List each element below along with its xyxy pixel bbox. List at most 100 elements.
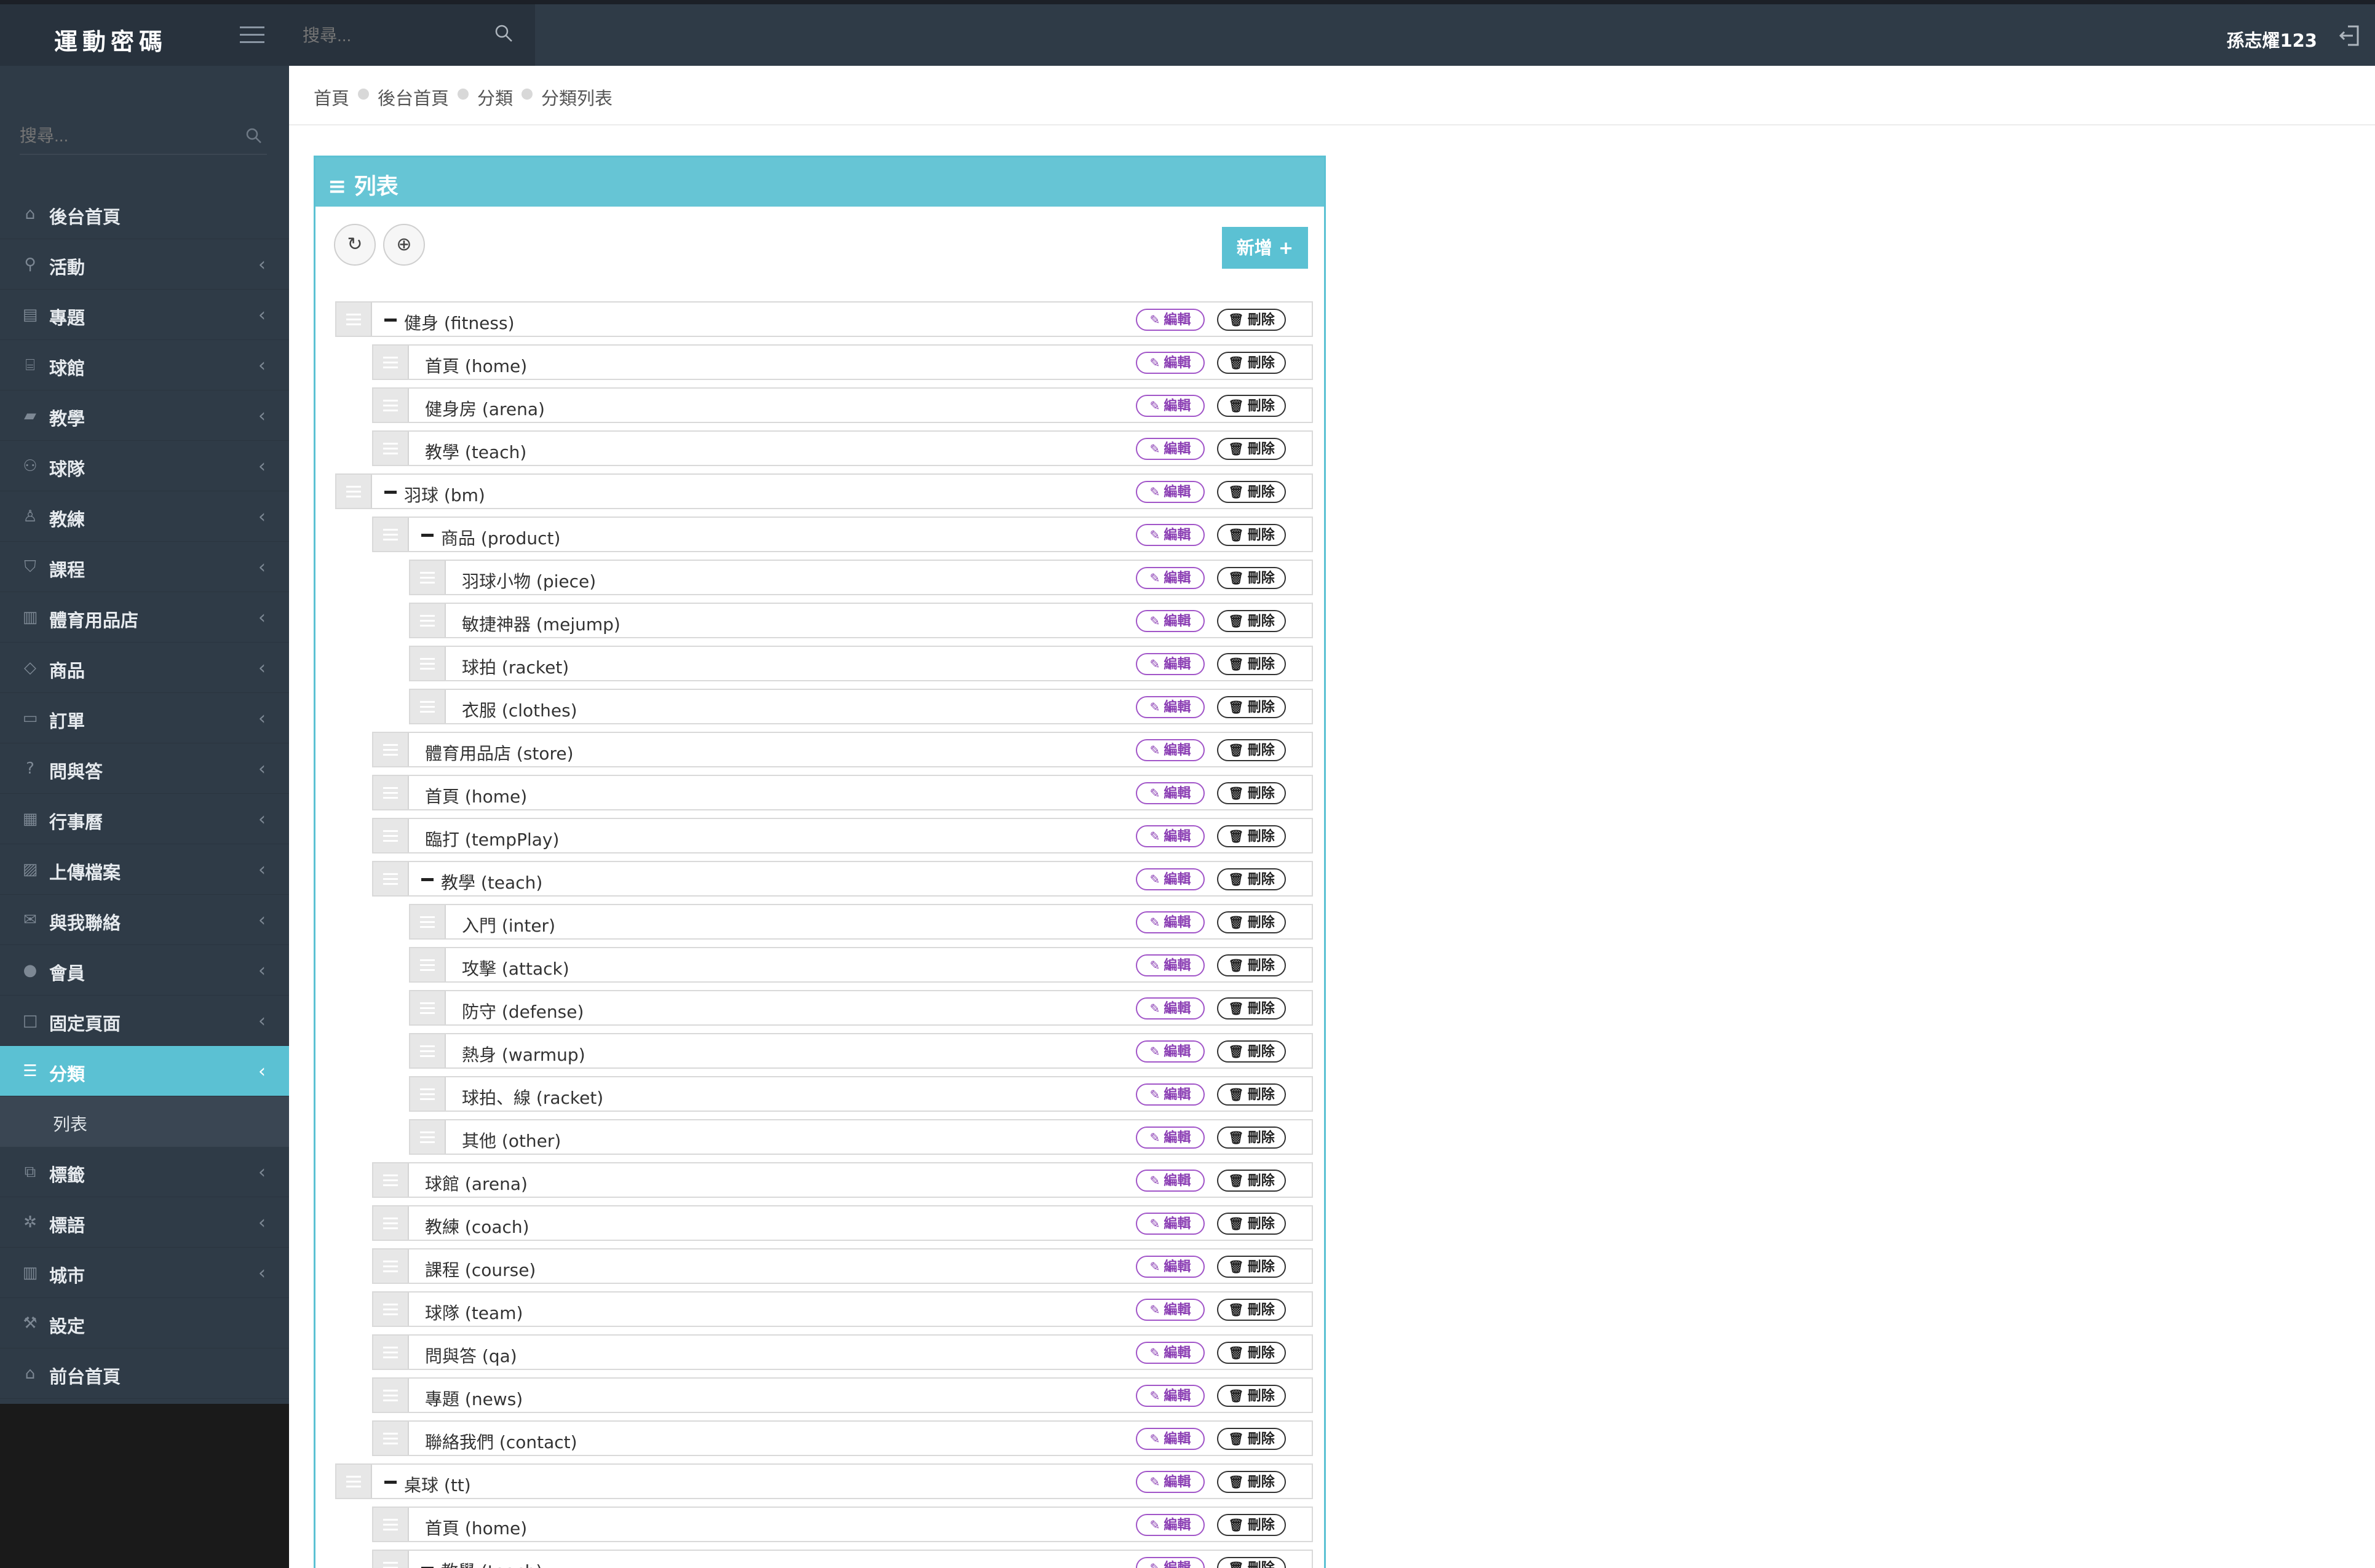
edit-button[interactable]: ✎ 編輯 xyxy=(1136,739,1205,761)
drag-handle-icon[interactable] xyxy=(410,991,446,1024)
sidebar-item[interactable]: ⧉ 標籤 ‹ xyxy=(0,1147,289,1197)
delete-button[interactable]: 🗑刪除 xyxy=(1217,309,1286,331)
drag-handle-icon[interactable] xyxy=(336,1465,372,1498)
edit-button[interactable]: ✎ 編輯 xyxy=(1136,696,1205,718)
sidebar-item[interactable]: ⚇ 球隊 ‹ xyxy=(0,441,289,491)
sidebar-item[interactable]: ⌂ 前台首頁 xyxy=(0,1348,289,1399)
delete-button[interactable]: 🗑刪除 xyxy=(1217,610,1286,632)
edit-button[interactable]: ✎ 編輯 xyxy=(1136,610,1205,632)
delete-button[interactable]: 🗑刪除 xyxy=(1217,1083,1286,1106)
search-icon[interactable] xyxy=(245,127,263,145)
breadcrumb-item[interactable]: 後台首頁 xyxy=(378,84,449,110)
add-button[interactable]: 新增 + xyxy=(1222,227,1308,269)
edit-button[interactable]: ✎ 編輯 xyxy=(1136,653,1205,675)
edit-button[interactable]: ✎ 編輯 xyxy=(1136,352,1205,374)
edit-button[interactable]: ✎ 編輯 xyxy=(1136,825,1205,847)
delete-button[interactable]: 🗑刪除 xyxy=(1217,782,1286,804)
delete-button[interactable]: 🗑刪除 xyxy=(1217,438,1286,460)
breadcrumb-item[interactable]: 首頁 xyxy=(314,84,349,110)
drag-handle-icon[interactable] xyxy=(373,1249,409,1283)
delete-button[interactable]: 🗑刪除 xyxy=(1217,1127,1286,1149)
drag-handle-icon[interactable] xyxy=(410,1120,446,1154)
edit-button[interactable]: ✎ 編輯 xyxy=(1136,481,1205,503)
edit-button[interactable]: ✎ 編輯 xyxy=(1136,1514,1205,1536)
drag-handle-icon[interactable] xyxy=(373,1508,409,1541)
sidebar-item[interactable]: ▤ 專題 ‹ xyxy=(0,290,289,340)
drag-handle-icon[interactable] xyxy=(410,561,446,594)
delete-button[interactable]: 🗑刪除 xyxy=(1217,1428,1286,1450)
drag-handle-icon[interactable] xyxy=(373,1551,409,1568)
app-logo[interactable]: 運動密碼 xyxy=(54,23,167,57)
sidebar-item[interactable]: ▥ 體育用品店 ‹ xyxy=(0,592,289,643)
drag-handle-icon[interactable] xyxy=(373,1293,409,1326)
delete-button[interactable]: 🗑刪除 xyxy=(1217,653,1286,675)
delete-button[interactable]: 🗑刪除 xyxy=(1217,825,1286,847)
edit-button[interactable]: ✎ 編輯 xyxy=(1136,438,1205,460)
drag-handle-icon[interactable] xyxy=(373,389,409,422)
sidebar-subitem-list[interactable]: 列表 xyxy=(0,1096,289,1147)
drag-handle-icon[interactable] xyxy=(410,690,446,723)
sidebar-item[interactable]: ⚲ 活動 ‹ xyxy=(0,239,289,290)
drag-handle-icon[interactable] xyxy=(373,819,409,852)
edit-button[interactable]: ✎ 編輯 xyxy=(1136,1385,1205,1407)
edit-button[interactable]: ✎ 編輯 xyxy=(1136,1428,1205,1450)
sidebar-item[interactable]: ? 問與答 ‹ xyxy=(0,743,289,794)
delete-button[interactable]: 🗑刪除 xyxy=(1217,1213,1286,1235)
delete-button[interactable]: 🗑刪除 xyxy=(1217,352,1286,374)
drag-handle-icon[interactable] xyxy=(373,1379,409,1412)
sidebar-item[interactable]: ◇ 商品 ‹ xyxy=(0,643,289,693)
edit-button[interactable]: ✎ 編輯 xyxy=(1136,868,1205,890)
delete-button[interactable]: 🗑刪除 xyxy=(1217,1256,1286,1278)
drag-handle-icon[interactable] xyxy=(373,518,409,551)
search-input[interactable] xyxy=(303,22,487,50)
delete-button[interactable]: 🗑刪除 xyxy=(1217,911,1286,933)
sidebar-item[interactable]: ✉ 與我聯絡 ‹ xyxy=(0,895,289,945)
sidebar-item[interactable]: ⚒ 設定 xyxy=(0,1298,289,1348)
drag-handle-icon[interactable] xyxy=(373,1206,409,1240)
delete-button[interactable]: 🗑刪除 xyxy=(1217,997,1286,1020)
drag-handle-icon[interactable] xyxy=(373,1336,409,1369)
sidebar-item[interactable]: ● 會員 ‹ xyxy=(0,945,289,996)
delete-button[interactable]: 🗑刪除 xyxy=(1217,1471,1286,1493)
edit-button[interactable]: ✎ 編輯 xyxy=(1136,395,1205,417)
collapse-icon[interactable] xyxy=(384,319,397,322)
edit-button[interactable]: ✎ 編輯 xyxy=(1136,911,1205,933)
edit-button[interactable]: ✎ 編輯 xyxy=(1136,1557,1205,1568)
drag-handle-icon[interactable] xyxy=(410,1034,446,1067)
delete-button[interactable]: 🗑刪除 xyxy=(1217,481,1286,503)
sidebar-item[interactable]: ⌂ 後台首頁 xyxy=(0,189,289,239)
drag-handle-icon[interactable] xyxy=(373,1422,409,1455)
sidebar-item[interactable]: ☰ 分類 ‹ xyxy=(0,1046,289,1096)
drag-handle-icon[interactable] xyxy=(410,948,446,981)
user-name[interactable]: 孫志燿123 xyxy=(2226,26,2317,52)
edit-button[interactable]: ✎ 編輯 xyxy=(1136,1170,1205,1192)
sidebar-item[interactable]: □ 固定頁面 ‹ xyxy=(0,996,289,1046)
edit-button[interactable]: ✎ 編輯 xyxy=(1136,524,1205,546)
delete-button[interactable]: 🗑刪除 xyxy=(1217,1385,1286,1407)
collapse-icon[interactable] xyxy=(384,491,397,494)
sidebar-item[interactable]: ▭ 訂單 ‹ xyxy=(0,693,289,743)
delete-button[interactable]: 🗑刪除 xyxy=(1217,954,1286,976)
drag-handle-icon[interactable] xyxy=(336,303,372,336)
drag-handle-icon[interactable] xyxy=(373,1163,409,1197)
drag-handle-icon[interactable] xyxy=(410,1077,446,1111)
logout-icon[interactable] xyxy=(2337,23,2363,49)
edit-button[interactable]: ✎ 編輯 xyxy=(1136,1213,1205,1235)
sidebar-item[interactable]: ▨ 上傳檔案 ‹ xyxy=(0,844,289,895)
drag-handle-icon[interactable] xyxy=(410,647,446,680)
delete-button[interactable]: 🗑刪除 xyxy=(1217,739,1286,761)
edit-button[interactable]: ✎ 編輯 xyxy=(1136,1342,1205,1364)
edit-button[interactable]: ✎ 編輯 xyxy=(1136,954,1205,976)
expand-all-button[interactable]: ⊕ xyxy=(383,224,425,266)
delete-button[interactable]: 🗑刪除 xyxy=(1217,567,1286,589)
edit-button[interactable]: ✎ 編輯 xyxy=(1136,1471,1205,1493)
sidebar-item[interactable]: ▥ 城市 ‹ xyxy=(0,1248,289,1298)
sidebar-item[interactable]: ✲ 標語 ‹ xyxy=(0,1197,289,1248)
delete-button[interactable]: 🗑刪除 xyxy=(1217,395,1286,417)
delete-button[interactable]: 🗑刪除 xyxy=(1217,1557,1286,1568)
delete-button[interactable]: 🗑刪除 xyxy=(1217,1342,1286,1364)
sidebar-item[interactable]: ⌸ 球館 ‹ xyxy=(0,340,289,390)
drag-handle-icon[interactable] xyxy=(336,475,372,508)
edit-button[interactable]: ✎ 編輯 xyxy=(1136,1083,1205,1106)
sidebar-item[interactable]: ♙ 教練 ‹ xyxy=(0,491,289,542)
